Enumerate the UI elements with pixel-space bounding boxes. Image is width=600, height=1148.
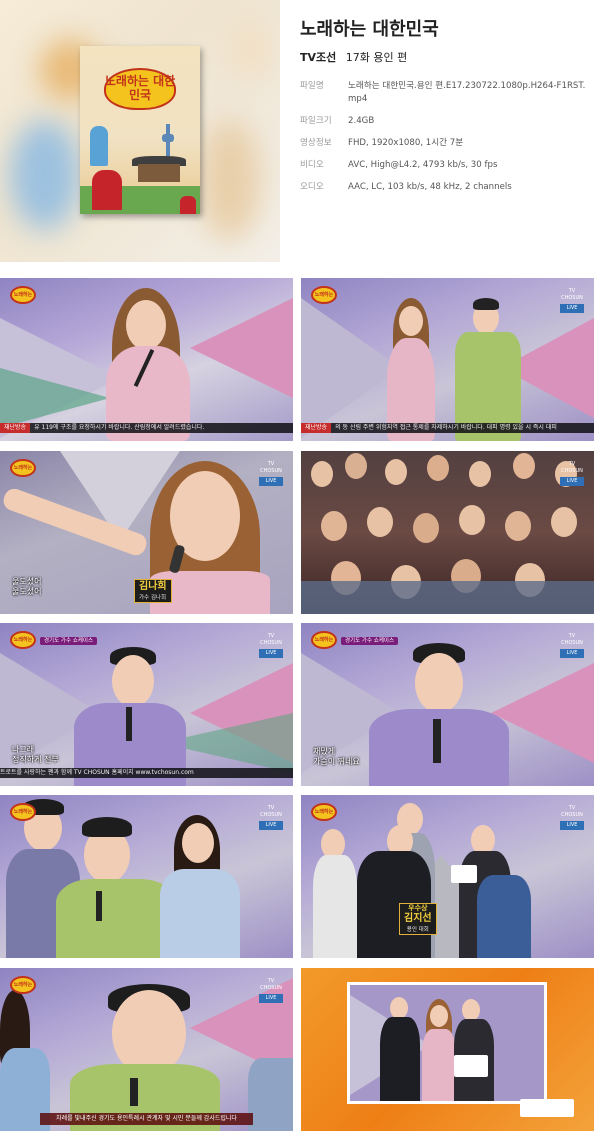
subtitle-caption: 울도셨어 울도셨어	[12, 577, 41, 597]
ticker-text: 트로트를 사랑하는 팬과 함께 TV CHOSUN 홈페이지 www.tvcho…	[0, 769, 194, 776]
program-logo-icon: 노래하는	[10, 976, 36, 994]
screenshot-thumb-1[interactable]: 노래하는 재난방송 유 119에 구조를 요청하시기 바랍니다. 산림청에서 알려…	[0, 278, 293, 441]
meta-key: 비디오	[300, 160, 324, 170]
poster-logo-text: 노래하는 대한민국	[104, 74, 176, 102]
sponsor-logo-icon	[520, 1099, 574, 1117]
caption-line: 나그래	[12, 745, 35, 754]
episode-label: 17화 용인 편	[345, 51, 408, 64]
caption-line: 재밌게	[313, 747, 336, 756]
live-label: LIVE	[259, 994, 283, 1003]
program-logo-icon: 노래하는	[10, 631, 36, 649]
program-logo-icon: 노래하는	[10, 803, 36, 821]
channel-logo-icon: TV CHOSUN LIVE	[259, 461, 283, 487]
channel-logo-text: TV CHOSUN	[260, 805, 282, 818]
program-title: 노래하는 대한민국	[300, 19, 439, 40]
program-logo-icon: 노래하는	[10, 286, 36, 304]
channel-logo-icon: TV CHOSUN LIVE	[560, 288, 584, 314]
screenshot-thumb-9[interactable]: 노래하는 TV CHOSUN LIVE 차례를 빛내주신 경기도 용인특례시 관계…	[0, 968, 293, 1131]
program-logo-icon: 노래하는	[311, 803, 337, 821]
program-poster[interactable]: 노래하는 대한민국	[80, 46, 200, 214]
meta-value: AVC, High@L4.2, 4793 kb/s, 30 fps	[348, 160, 498, 170]
live-label: LIVE	[560, 304, 584, 313]
channel-logo-icon: TV CHOSUN LIVE	[259, 805, 283, 831]
meta-row-video: 비디오 AVC, High@L4.2, 4793 kb/s, 30 fps	[300, 159, 590, 172]
channel-logo-text: TV CHOSUN	[561, 805, 583, 818]
screenshot-thumb-2[interactable]: 노래하는 TV CHOSUN LIVE 재난방송 의 동 산림 주변 위험지역 접근…	[301, 278, 594, 441]
channel-logo-icon: TV CHOSUN LIVE	[560, 805, 584, 831]
screenshot-thumb-7[interactable]: 노래하는 TV CHOSUN LIVE	[0, 795, 293, 958]
ticker-text: 의 동 산림 주변 위험지역 접근 통제를 자제하시기 바랍니다. 대피 명령 …	[335, 424, 557, 431]
winner-sub: 용인 대회	[406, 927, 429, 933]
info-ticker: 트로트를 사랑하는 팬과 함께 TV CHOSUN 홈페이지 www.tvcho…	[0, 768, 293, 778]
screenshot-thumb-5[interactable]: 노래하는 경기도 가수 쇼케이스 TV CHOSUN LIVE 나그래 정직하게 …	[0, 623, 293, 786]
meta-value: 노래하는 대한민국.용인 편.E17.230722.1080p.H264-F1R…	[348, 81, 586, 104]
award-name-plate: 우수상 김지선 용인 대회	[399, 903, 437, 935]
program-info: 노래하는 대한민국 TV조선 17화 용인 편 파일명 노래하는 대한민국.용인…	[300, 14, 590, 203]
channel-logo-icon: TV CHOSUN LIVE	[560, 633, 584, 659]
channel-logo-icon: TV CHOSUN LIVE	[259, 978, 283, 1004]
program-logo-icon: 노래하는	[10, 459, 36, 477]
subtitle-caption: 나그래 정직하게 전부	[12, 745, 59, 765]
live-label: LIVE	[560, 821, 584, 830]
meta-key: 영상정보	[300, 138, 332, 148]
meta-row-audio: 오디오 AAC, LC, 103 kb/s, 48 kHz, 2 channel…	[300, 181, 590, 194]
live-label: LIVE	[560, 649, 584, 658]
meta-value: FHD, 1920x1080, 1시간 7분	[348, 138, 464, 148]
meta-row-filename: 파일명 노래하는 대한민국.용인 편.E17.230722.1080p.H264…	[300, 80, 590, 106]
channel-logo-text: TV CHOSUN	[561, 288, 583, 301]
screenshot-thumb-6[interactable]: 노래하는 경기도 가수 쇼케이스 TV CHOSUN LIVE 재밌게 가슴이 뛰…	[301, 623, 594, 786]
meta-value: 2.4GB	[348, 116, 375, 126]
caption-line: 정직하게 전부	[12, 755, 59, 764]
segment-badge: 경기도 가수 쇼케이스	[341, 637, 399, 645]
channel-logo-text: TV CHOSUN	[260, 461, 282, 474]
channel-name: TV조선	[300, 51, 337, 64]
meta-key: 파일명	[300, 81, 324, 91]
channel-logo-text: TV CHOSUN	[561, 633, 583, 646]
channel-logo-icon: TV CHOSUN LIVE	[560, 461, 584, 487]
meta-row-filesize: 파일크기 2.4GB	[300, 115, 590, 128]
program-logo-icon: 노래하는	[311, 631, 337, 649]
award-title: 우수상	[408, 904, 428, 912]
segment-badge: 경기도 가수 쇼케이스	[40, 637, 98, 645]
program-logo-icon: 노래하는	[311, 286, 337, 304]
meta-key: 파일크기	[300, 116, 332, 126]
program-subtitle: TV조선 17화 용인 편	[300, 50, 590, 66]
caption-line: 울도셨어	[12, 587, 42, 596]
ticker-tag: 재난방송	[301, 423, 332, 433]
channel-logo-text: TV CHOSUN	[260, 978, 282, 991]
channel-logo-text: TV CHOSUN	[561, 461, 583, 474]
subtitle-caption: 재밌게 가슴이 뛰네요	[313, 747, 360, 767]
channel-logo-text: TV CHOSUN	[260, 633, 282, 646]
screenshot-thumb-8[interactable]: 노래하는 TV CHOSUN LIVE 우수상 김지선 용인 대회	[301, 795, 594, 958]
caption-line: 가슴이 뛰네요	[313, 757, 360, 766]
file-meta-list: 파일명 노래하는 대한민국.용인 편.E17.230722.1080p.H264…	[300, 80, 590, 194]
singer-name-plate: 김나희 가수 김나희	[134, 579, 172, 603]
screenshot-thumb-3[interactable]: 노래하는 TV CHOSUN LIVE 울도셨어 울도셨어 김나희 가수 김나희	[0, 451, 293, 614]
screenshot-thumb-4[interactable]: TV CHOSUN LIVE	[301, 451, 594, 614]
live-label: LIVE	[259, 821, 283, 830]
winner-name: 김지선	[404, 913, 432, 924]
caption-line: 울도셨어	[12, 577, 42, 586]
live-label: LIVE	[259, 477, 283, 486]
meta-key: 오디오	[300, 182, 324, 192]
thanks-subtitle-bar: 차례를 빛내주신 경기도 용인특례시 관계자 및 시민 분들께 감사드립니다	[40, 1113, 253, 1125]
channel-logo-icon: TV CHOSUN LIVE	[259, 633, 283, 659]
singer-name-sub: 가수 김나희	[139, 595, 167, 601]
live-label: LIVE	[560, 477, 584, 486]
singer-name: 김나희	[139, 581, 167, 592]
ticker-tag: 재난방송	[0, 423, 31, 433]
inset-frame	[347, 982, 547, 1104]
live-label: LIVE	[259, 649, 283, 658]
ticker-text: 유 119에 구조를 요청하시기 바랍니다. 산림청에서 알려드렸습니다.	[34, 424, 205, 431]
disaster-ticker: 재난방송 의 동 산림 주변 위험지역 접근 통제를 자제하시기 바랍니다. 대피…	[301, 423, 594, 433]
disaster-ticker: 재난방송 유 119에 구조를 요청하시기 바랍니다. 산림청에서 알려드렸습니다…	[0, 423, 293, 433]
meta-value: AAC, LC, 103 kb/s, 48 kHz, 2 channels	[348, 182, 512, 192]
screenshot-thumb-10[interactable]	[301, 968, 594, 1131]
meta-row-video-info: 영상정보 FHD, 1920x1080, 1시간 7분	[300, 137, 590, 150]
program-header: 노래하는 대한민국 노래하는 대한민국 TV조선 17화 용인 편 파일명 노래…	[0, 0, 600, 262]
